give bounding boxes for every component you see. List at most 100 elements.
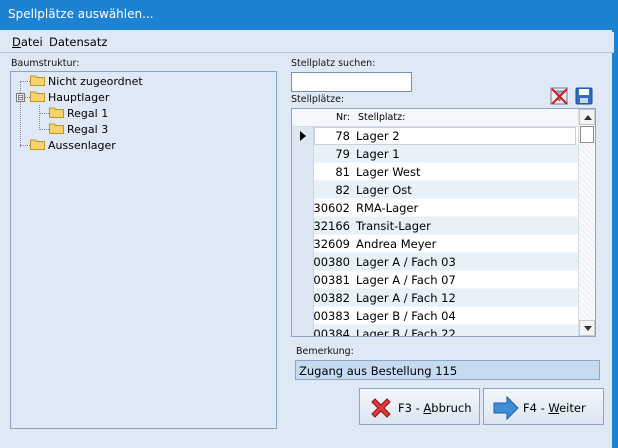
- row-indicator[interactable]: [292, 289, 314, 307]
- cell-nr: 78: [335, 129, 350, 143]
- cell-stellplatz: Lager B / Fach 04: [356, 309, 456, 323]
- tree-node-aussenlager[interactable]: Aussenlager: [30, 138, 116, 154]
- tree-node-label: Regal 3: [67, 123, 109, 136]
- scroll-down-button[interactable]: [579, 320, 595, 336]
- current-row-arrow-icon: [300, 131, 306, 141]
- table-row[interactable]: 00384 Lager B / Fach 22: [292, 325, 578, 337]
- title-bar[interactable]: Spellplätze auswählen...: [0, 0, 618, 30]
- tree-label: Baumstruktur:: [11, 58, 80, 69]
- row-indicator[interactable]: [292, 163, 314, 181]
- grid-rows: 78 Lager 2 79 Lager 1 81 Lager West 82 Lager Os…: [292, 127, 578, 337]
- cell-stellplatz: Lager West: [356, 165, 421, 179]
- table-row[interactable]: 81 Lager West: [292, 163, 578, 181]
- table-row[interactable]: 82 Lager Ost: [292, 181, 578, 199]
- row-indicator[interactable]: [292, 325, 314, 336]
- tree-node-label: Nicht zugeordnet: [48, 75, 143, 88]
- cell-nr: 32609: [314, 237, 350, 251]
- column-header-stellplatz[interactable]: Stellplatz:: [358, 112, 405, 123]
- cell-nr: 30602: [314, 201, 350, 215]
- tree-node-hauptlager[interactable]: Hauptlager: [30, 90, 109, 106]
- stellplatz-grid[interactable]: Nr: Stellplatz: 78 Lager 2 79 Lager 1 81 Lage…: [291, 108, 596, 337]
- cell-nr: 00380: [314, 255, 350, 269]
- table-row[interactable]: 79 Lager 1: [292, 145, 578, 163]
- cell-stellplatz: Lager A / Fach 03: [356, 255, 456, 269]
- cancel-button-label: F3 - Abbruch: [398, 401, 472, 415]
- table-row[interactable]: 78 Lager 2: [292, 127, 578, 145]
- cell-stellplatz: Transit-Lager: [356, 219, 431, 233]
- search-label: Stellplatz suchen:: [291, 58, 376, 69]
- tree-node-label: Aussenlager: [48, 139, 116, 152]
- remark-value: Zugang aus Bestellung 115: [299, 364, 458, 378]
- tree-node-label: Hauptlager: [48, 91, 110, 104]
- column-header-nr[interactable]: Nr:: [322, 112, 350, 123]
- menu-bar: Datei Datensatz: [6, 32, 614, 52]
- folder-icon: [30, 90, 45, 102]
- table-row[interactable]: 00383 Lager B / Fach 04: [292, 307, 578, 325]
- row-indicator[interactable]: [292, 181, 314, 199]
- next-button[interactable]: F4 - Weiter: [483, 388, 604, 425]
- tree-node-nicht-zugeordnet[interactable]: Nicht zugeordnet: [30, 74, 143, 90]
- row-indicator[interactable]: [292, 307, 314, 325]
- table-row[interactable]: 00381 Lager A / Fach 07: [292, 271, 578, 289]
- folder-icon: [49, 122, 64, 134]
- search-input[interactable]: [291, 72, 412, 92]
- cell-nr: 00383: [314, 309, 350, 323]
- dialog-body: Datei Datensatz Baumstruktur: Nicht zuge…: [0, 30, 614, 448]
- selected-cell: [314, 127, 576, 145]
- arrow-down-icon: [584, 326, 592, 331]
- scroll-up-button[interactable]: [579, 109, 595, 125]
- cell-stellplatz: Lager 2: [356, 129, 400, 143]
- table-row[interactable]: 30602 RMA-Lager: [292, 199, 578, 217]
- tree-node-label: Regal 1: [67, 107, 109, 120]
- cell-nr: 82: [335, 183, 350, 197]
- row-indicator[interactable]: [292, 217, 314, 235]
- tree-node-regal-3[interactable]: Regal 3: [49, 122, 108, 138]
- cell-nr: 00384: [314, 327, 350, 337]
- arrow-up-icon: [584, 115, 592, 120]
- menu-datei[interactable]: Datei: [12, 35, 43, 49]
- table-row[interactable]: 32166 Transit-Lager: [292, 217, 578, 235]
- menu-datensatz[interactable]: Datensatz: [49, 35, 107, 49]
- grid-scrollbar[interactable]: [578, 109, 595, 336]
- cell-stellplatz: Lager Ost: [356, 183, 412, 197]
- table-row[interactable]: 00382 Lager A / Fach 12: [292, 289, 578, 307]
- tree-view[interactable]: Nicht zugeordnet ⊟ Hauptlager Regal 1 Re…: [10, 71, 277, 429]
- folder-icon: [49, 106, 64, 118]
- cell-nr: 79: [335, 147, 350, 161]
- remark-field[interactable]: Zugang aus Bestellung 115: [295, 360, 600, 380]
- cell-nr: 32166: [314, 219, 350, 233]
- cell-stellplatz: Lager A / Fach 12: [356, 291, 456, 305]
- cell-stellplatz: Lager 1: [356, 147, 400, 161]
- cell-stellplatz: RMA-Lager: [356, 201, 419, 215]
- tree-node-regal-1[interactable]: Regal 1: [49, 106, 108, 122]
- row-indicator[interactable]: [292, 127, 314, 145]
- table-row[interactable]: 32609 Andrea Meyer: [292, 235, 578, 253]
- cancel-x-icon: [371, 398, 391, 418]
- collapse-toggle-icon[interactable]: ⊟: [16, 93, 25, 102]
- remark-label: Bemerkung:: [296, 346, 354, 357]
- row-indicator[interactable]: [292, 199, 314, 217]
- scroll-thumb[interactable]: [580, 126, 594, 143]
- window-title: Spellplätze auswählen...: [8, 7, 154, 21]
- save-icon[interactable]: [574, 86, 594, 106]
- next-button-label: F4 - Weiter: [523, 401, 586, 415]
- cell-nr: 00382: [314, 291, 350, 305]
- row-indicator[interactable]: [292, 271, 314, 289]
- cell-stellplatz: Lager A / Fach 07: [356, 273, 456, 287]
- arrow-right-icon: [493, 395, 519, 421]
- grid-label: Stellplätze:: [291, 94, 345, 105]
- row-indicator[interactable]: [292, 145, 314, 163]
- folder-icon: [30, 74, 45, 86]
- row-indicator[interactable]: [292, 253, 314, 271]
- cancel-button[interactable]: F3 - Abbruch: [359, 388, 480, 425]
- cell-nr: 81: [335, 165, 350, 179]
- table-row[interactable]: 00380 Lager A / Fach 03: [292, 253, 578, 271]
- folder-icon: [30, 138, 45, 150]
- delete-filter-icon[interactable]: [550, 86, 570, 106]
- cell-stellplatz: Lager B / Fach 22: [356, 327, 456, 337]
- grid-header: Nr: Stellplatz:: [292, 109, 578, 127]
- window-border: [614, 30, 618, 448]
- row-indicator[interactable]: [292, 235, 314, 253]
- cell-nr: 00381: [314, 273, 350, 287]
- cell-stellplatz: Andrea Meyer: [356, 237, 437, 251]
